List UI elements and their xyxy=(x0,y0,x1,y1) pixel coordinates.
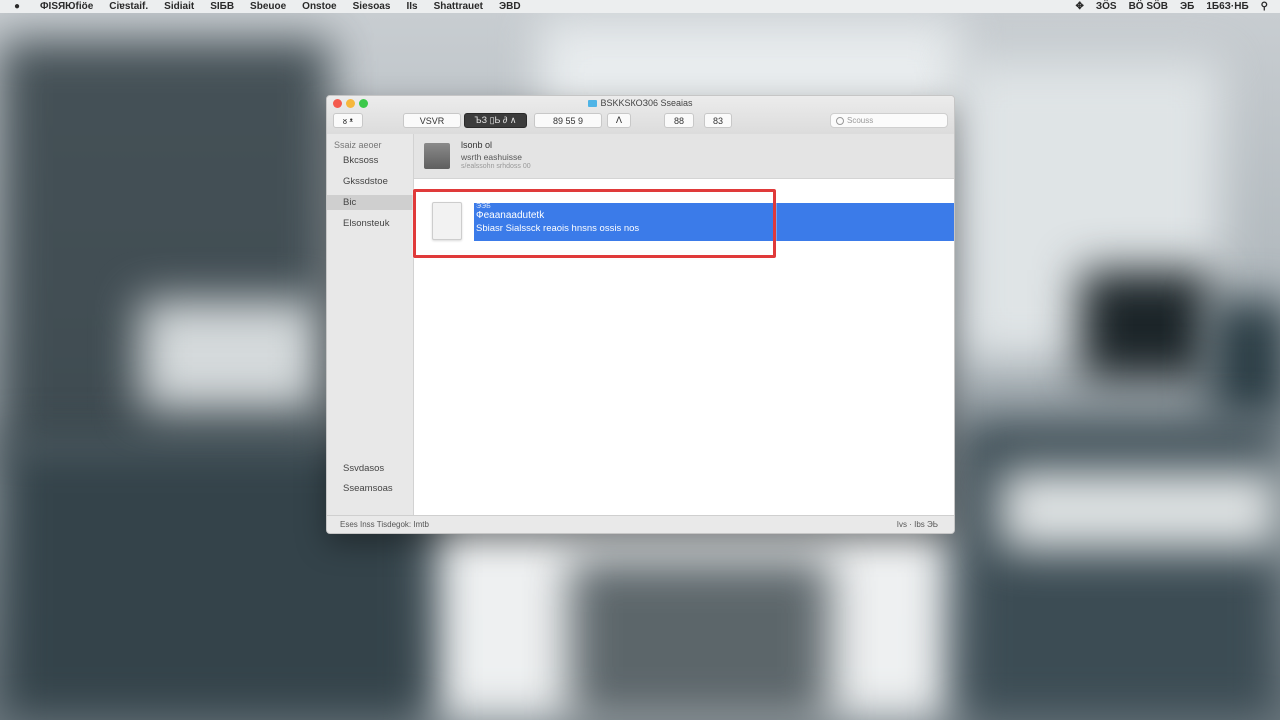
menu-item[interactable]: ФISЯЮfiöe xyxy=(40,1,93,12)
back-forward-button[interactable]: ᴕ ᵜ xyxy=(333,113,363,128)
window-title: BSKKSКОЗ06 Sseaias xyxy=(327,98,954,108)
tag-button[interactable]: 83 xyxy=(704,113,732,128)
search-field[interactable]: Scouss xyxy=(830,113,948,128)
menu-item[interactable]: Onstoe xyxy=(302,1,336,12)
bg-shape xyxy=(1000,470,1280,550)
menu-item[interactable]: SIБB xyxy=(210,1,234,12)
spotlight-icon[interactable]: ⚲ xyxy=(1261,1,1268,12)
bg-shape xyxy=(140,300,320,410)
menu-item[interactable]: Siesoas xyxy=(353,1,391,12)
title-bar: BSKKSКОЗ06 Sseaias ᴕ ᵜ VSVR ЪЗ ▯Ь ∂ ∧ 89… xyxy=(327,96,954,135)
apple-icon[interactable]: ● xyxy=(10,1,24,12)
search-icon xyxy=(836,116,844,125)
sidebar-item[interactable]: Ssvdasos xyxy=(327,461,413,476)
document-icon xyxy=(424,143,450,169)
active-view-tab[interactable]: ЪЗ ▯Ь ∂ ∧ xyxy=(464,113,527,128)
menu-item[interactable]: IIs xyxy=(406,1,417,12)
bg-monitor xyxy=(1080,270,1210,380)
info-header: lsonb ol wsrth eashuisse s/ealssohn srhd… xyxy=(414,134,954,179)
window-title-text: BSKKSКОЗ06 Sseaias xyxy=(600,98,693,108)
view-button[interactable]: VSVR xyxy=(403,113,461,128)
toolbar: ᴕ ᵜ VSVR ЪЗ ▯Ь ∂ ∧ 89 55 9 ⴷ 88 83 Scous… xyxy=(327,113,954,129)
clock[interactable]: 1Б6З·НБ xyxy=(1206,1,1248,12)
status-item[interactable]: ЭБ xyxy=(1180,1,1194,12)
status-item[interactable]: ЗÖS xyxy=(1096,1,1117,12)
menu-item[interactable]: ЭBD xyxy=(499,1,521,12)
info-title: lsonb ol xyxy=(461,140,493,150)
highlight-box xyxy=(413,189,776,258)
info-detail: s/ealssohn srhdoss 00 xyxy=(461,163,531,170)
share-button[interactable]: 88 xyxy=(664,113,694,128)
status-text: Eses Inss Tisdegok: Imtb xyxy=(340,520,429,529)
sidebar: Ssaiz aeoer Bkcsoss Gkssdstoe Bic Elsons… xyxy=(327,134,414,516)
sidebar-item[interactable]: Sseamsoas xyxy=(327,481,413,496)
sidebar-item[interactable]: Elsonsteuk xyxy=(327,216,413,231)
sidebar-item[interactable]: Bkcsoss xyxy=(327,153,413,168)
sidebar-item[interactable]: Gkssdstoe xyxy=(327,174,413,189)
menu-item[interactable]: Ciɐstaif. xyxy=(109,1,148,12)
status-info: Ivs · Ibs ЭЬ xyxy=(896,520,938,529)
sidebar-heading: Ssaiz aeoer xyxy=(334,140,382,150)
menu-bar: ● ФISЯЮfiöe Ciɐstaif. Sidiait SIБB Sbeuo… xyxy=(0,0,1280,13)
bg-shape xyxy=(960,420,1280,720)
search-placeholder: Scouss xyxy=(847,116,874,125)
status-bar: Eses Inss Tisdegok: Imtb Ivs · Ibs ЭЬ xyxy=(327,515,954,533)
finder-window: BSKKSКОЗ06 Sseaias ᴕ ᵜ VSVR ЪЗ ▯Ь ∂ ∧ 89… xyxy=(326,95,955,534)
info-subtitle: wsrth eashuisse xyxy=(461,152,522,162)
folder-icon xyxy=(588,100,598,107)
bg-shape xyxy=(1210,300,1280,420)
control-center-icon[interactable]: ✥ xyxy=(1075,1,1083,12)
menu-item[interactable]: Sbeuoe xyxy=(250,1,286,12)
sidebar-item-selected[interactable]: Bic xyxy=(327,195,413,210)
status-item[interactable]: BÖ SÖB xyxy=(1129,1,1168,12)
action-button[interactable]: ⴷ xyxy=(607,113,631,128)
bg-chair xyxy=(570,560,830,720)
menu-status-area: ✥ ЗÖS BÖ SÖB ЭБ 1Б6З·НБ ⚲ xyxy=(1075,1,1268,12)
menu-item[interactable]: Shattrauet xyxy=(434,1,483,12)
menu-item[interactable]: Sidiait xyxy=(164,1,194,12)
arrange-button-group[interactable]: 89 55 9 xyxy=(534,113,602,128)
